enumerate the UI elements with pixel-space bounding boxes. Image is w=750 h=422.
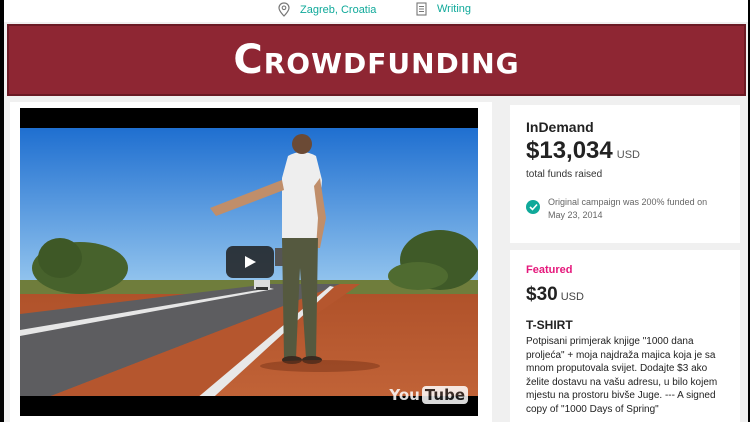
media-card: You Tube xyxy=(10,102,492,422)
funds-amount-row: $13,034 USD xyxy=(526,137,724,165)
document-icon xyxy=(416,2,427,16)
perk-price: $30 xyxy=(526,284,558,305)
category-text[interactable]: Writing xyxy=(437,3,471,15)
title-banner: Crowdfunding xyxy=(7,24,746,96)
banner-title: Crowdfunding xyxy=(233,37,520,83)
location-link[interactable]: Zagreb, Croatia xyxy=(278,2,376,17)
perk-title: T-SHIRT xyxy=(526,318,573,332)
featured-badge: Featured xyxy=(526,264,573,276)
perk-price-row: $30 USD xyxy=(526,284,724,306)
perk-description: Potpisani primjerak knjige "1000 dana pr… xyxy=(526,336,718,415)
funds-label: total funds raised xyxy=(526,169,603,180)
campaign-meta-bar: Zagreb, Croatia Writing xyxy=(4,0,748,22)
check-circle-icon xyxy=(526,200,540,214)
funds-amount: $13,034 xyxy=(526,137,613,164)
funds-currency: USD xyxy=(616,149,640,161)
perk-currency: USD xyxy=(560,291,584,303)
location-pin-icon xyxy=(278,2,290,17)
perk-card[interactable]: Featured $30 USD T-SHIRT Potpisani primj… xyxy=(510,250,740,422)
funded-note-text: Original campaign was 200% funded on May… xyxy=(548,197,708,220)
youtube-logo[interactable]: You Tube xyxy=(389,386,468,404)
video-player[interactable]: You Tube xyxy=(20,108,478,416)
campaign-content: You Tube InDemand $13,034 USD total fund… xyxy=(4,100,748,422)
youtube-logo-you: You xyxy=(389,386,420,404)
category-link[interactable]: Writing xyxy=(416,2,471,16)
platform-name: InDemand xyxy=(526,119,594,135)
location-text[interactable]: Zagreb, Croatia xyxy=(300,4,376,16)
play-icon xyxy=(245,256,256,268)
play-button[interactable] xyxy=(226,246,274,278)
youtube-logo-tube: Tube xyxy=(421,386,468,404)
funded-note: Original campaign was 200% funded on May… xyxy=(526,196,724,221)
funds-card: InDemand $13,034 USD total funds raised … xyxy=(510,105,740,243)
